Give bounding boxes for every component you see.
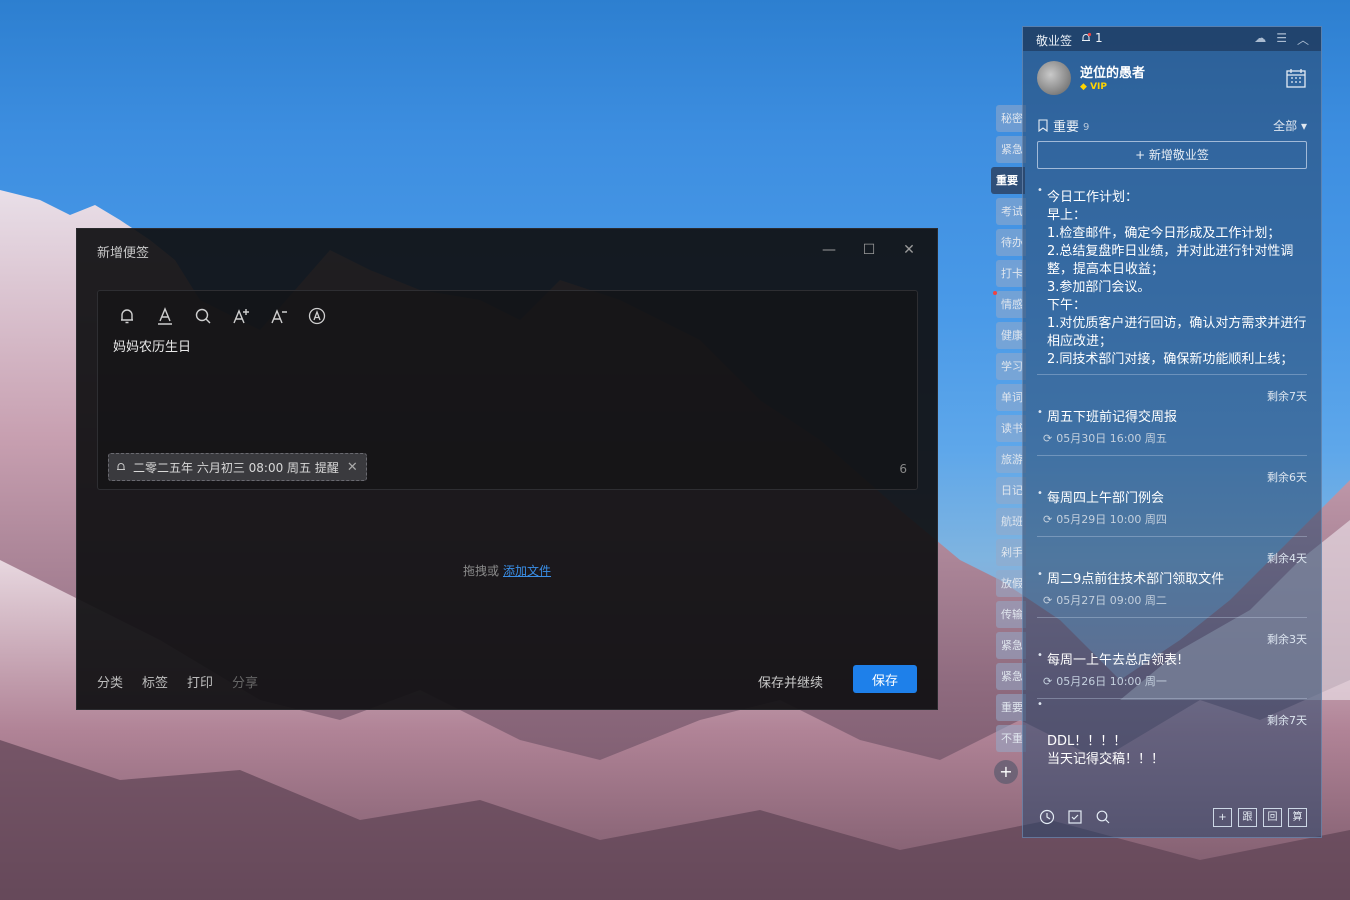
reminder-chip[interactable]: 二零二五年 六月初三 08:00 周五 提醒 ✕	[108, 453, 367, 481]
panel-top-icons: ☁ ☰ ︿	[1254, 31, 1309, 48]
save-button[interactable]: 保存	[853, 665, 917, 693]
sticky-notes-panel: 敬业签 1 ☁ ☰ ︿ 逆位的愚者 ◆ VIP 重要 9 全部 ▾ + 新增敬业…	[1022, 26, 1322, 838]
remaining-days: 剩余3天	[1267, 633, 1307, 646]
filter-label: 全部	[1273, 119, 1298, 133]
dialog-footer-actions: 分类 标签 打印 分享	[97, 672, 258, 691]
search-icon[interactable]	[1095, 809, 1111, 825]
avatar[interactable]	[1037, 61, 1071, 95]
note-time-text: 05月26日 10:00 周一	[1056, 675, 1167, 688]
note-title: 周五下班前记得交周报	[1047, 410, 1178, 425]
note-time: ⟳ 05月27日 09:00 周二	[1043, 592, 1167, 608]
vip-label: VIP	[1090, 82, 1107, 92]
save-and-continue-button[interactable]: 保存并继续	[758, 672, 823, 691]
note-time-text: 05月30日 16:00 周五	[1056, 432, 1167, 445]
note-subtitle: 当天记得交稿！！！	[1047, 752, 1165, 767]
share-button[interactable]: 分享	[232, 672, 258, 691]
add-file-link[interactable]: 添加文件	[503, 564, 551, 578]
note-title: DDL！！！！	[1047, 734, 1127, 749]
drop-hint: 拖拽或	[462, 564, 499, 578]
category-name: 重要	[1053, 120, 1080, 135]
remaining-days: 剩余7天	[1267, 390, 1307, 403]
calendar-icon[interactable]	[1285, 67, 1307, 93]
tab-important[interactable]: 重要	[991, 167, 1025, 194]
note-time: ⟳ 05月30日 16:00 周五	[1043, 430, 1167, 446]
repeat-icon: ⟳	[1043, 593, 1053, 607]
notification-count: 1	[1095, 31, 1103, 45]
search-icon[interactable]	[192, 305, 214, 327]
note-time: ⟳ 05月29日 10:00 周四	[1043, 511, 1167, 527]
list-item[interactable]: 今日工作计划： 早上： 1.检查邮件，确定今日形成及工作计划； 2.总结复盘昨日…	[1037, 185, 1307, 375]
dialog-title: 新增便签	[97, 246, 150, 261]
print-button[interactable]: 打印	[187, 672, 213, 691]
note-title: 每周四上午部门例会	[1047, 491, 1165, 506]
unread-dot	[993, 291, 997, 295]
notification-button[interactable]: 1	[1080, 31, 1103, 45]
maximize-button[interactable]: ☐	[851, 239, 887, 261]
note-editor[interactable]: 妈妈农历生日 二零二五年 六月初三 08:00 周五 提醒 ✕ 6	[97, 290, 918, 490]
bookmark-icon	[1038, 119, 1048, 132]
note-text: 今日工作计划： 早上： 1.检查邮件，确定今日形成及工作计划； 2.总结复盘昨日…	[1047, 190, 1307, 367]
window-controls: — ☐ ✕	[811, 239, 927, 261]
collapse-icon[interactable]: ︿	[1297, 31, 1309, 48]
repeat-icon: ⟳	[1043, 431, 1053, 445]
font-decrease-icon[interactable]	[268, 305, 290, 327]
new-note-dialog: 新增便签 — ☐ ✕ 妈妈农历生日 二零二五年 六月初三 08:00 周五 提醒…	[76, 228, 938, 710]
list-item[interactable]: 剩余7天 周五下班前记得交周报 ⟳05月30日 16:00 周五	[1037, 375, 1307, 456]
font-increase-icon[interactable]	[230, 305, 252, 327]
minimize-button[interactable]: —	[811, 239, 847, 261]
note-content[interactable]: 妈妈农历生日	[113, 336, 191, 355]
filter-dropdown[interactable]: 全部 ▾	[1273, 117, 1307, 134]
bell-icon	[117, 463, 125, 470]
bottom-left-tools	[1039, 809, 1111, 825]
note-time-text: 05月29日 10:00 周四	[1056, 513, 1167, 526]
note-time-text: 05月27日 09:00 周二	[1056, 594, 1167, 607]
menu-icon[interactable]: ☰	[1276, 31, 1287, 48]
panel-bottom-bar: + 跟 回 算	[1023, 799, 1321, 837]
checklist-icon[interactable]	[1067, 809, 1083, 825]
reminder-bell-icon[interactable]	[116, 305, 138, 327]
clock-icon[interactable]	[1039, 809, 1055, 825]
font-color-icon[interactable]	[306, 305, 328, 327]
note-title: 周二9点前往技术部门领取文件	[1047, 572, 1225, 587]
bottom-right-tools: + 跟 回 算	[1213, 808, 1307, 827]
reminder-text: 二零二五年 六月初三 08:00 周五 提醒	[133, 460, 339, 475]
list-item[interactable]: 剩余6天 每周四上午部门例会 ⟳05月29日 10:00 周四	[1037, 456, 1307, 537]
list-item[interactable]: 剩余7天 DDL！！！！ 当天记得交稿！！！	[1037, 699, 1307, 799]
remaining-days: 剩余4天	[1267, 552, 1307, 565]
tags-button[interactable]: 标签	[142, 672, 168, 691]
bell-icon	[1082, 32, 1092, 41]
close-button[interactable]: ✕	[891, 239, 927, 261]
calculate-square-button[interactable]: 算	[1288, 808, 1307, 827]
username[interactable]: 逆位的愚者	[1080, 62, 1145, 81]
repeat-icon: ⟳	[1043, 512, 1053, 526]
remove-reminder-icon[interactable]: ✕	[347, 460, 358, 475]
category-button[interactable]: 分类	[97, 672, 123, 691]
add-note-button[interactable]: + 新增敬业签	[1037, 141, 1307, 169]
char-count: 6	[899, 462, 907, 476]
category-count: 9	[1083, 121, 1090, 133]
add-category-button[interactable]: +	[994, 760, 1018, 784]
panel-title-bar: 敬业签 1 ☁ ☰ ︿	[1023, 27, 1321, 51]
repeat-icon: ⟳	[1043, 674, 1053, 688]
chevron-down-icon: ▾	[1300, 119, 1307, 133]
list-item[interactable]: 剩余3天 每周一上午去总店领表! ⟳05月26日 10:00 周一	[1037, 618, 1307, 699]
note-title: 每周一上午去总店领表!	[1047, 653, 1183, 668]
follow-square-button[interactable]: 跟	[1238, 808, 1257, 827]
reply-square-button[interactable]: 回	[1263, 808, 1282, 827]
editor-toolbar	[116, 305, 328, 327]
app-name: 敬业签	[1036, 34, 1073, 48]
text-style-icon[interactable]	[154, 305, 176, 327]
list-item[interactable]: 剩余4天 周二9点前往技术部门领取文件 ⟳05月27日 09:00 周二	[1037, 537, 1307, 618]
vip-badge: ◆ VIP	[1080, 82, 1107, 92]
remaining-days: 剩余7天	[1267, 714, 1307, 727]
note-list: 今日工作计划： 早上： 1.检查邮件，确定今日形成及工作计划； 2.总结复盘昨日…	[1037, 185, 1307, 799]
remaining-days: 剩余6天	[1267, 471, 1307, 484]
current-category: 重要 9	[1037, 116, 1089, 135]
cloud-sync-icon[interactable]: ☁	[1254, 31, 1266, 48]
add-square-button[interactable]: +	[1213, 808, 1232, 827]
note-time: ⟳ 05月26日 10:00 周一	[1043, 673, 1167, 689]
file-drop-zone[interactable]: 拖拽或 添加文件	[77, 562, 937, 579]
